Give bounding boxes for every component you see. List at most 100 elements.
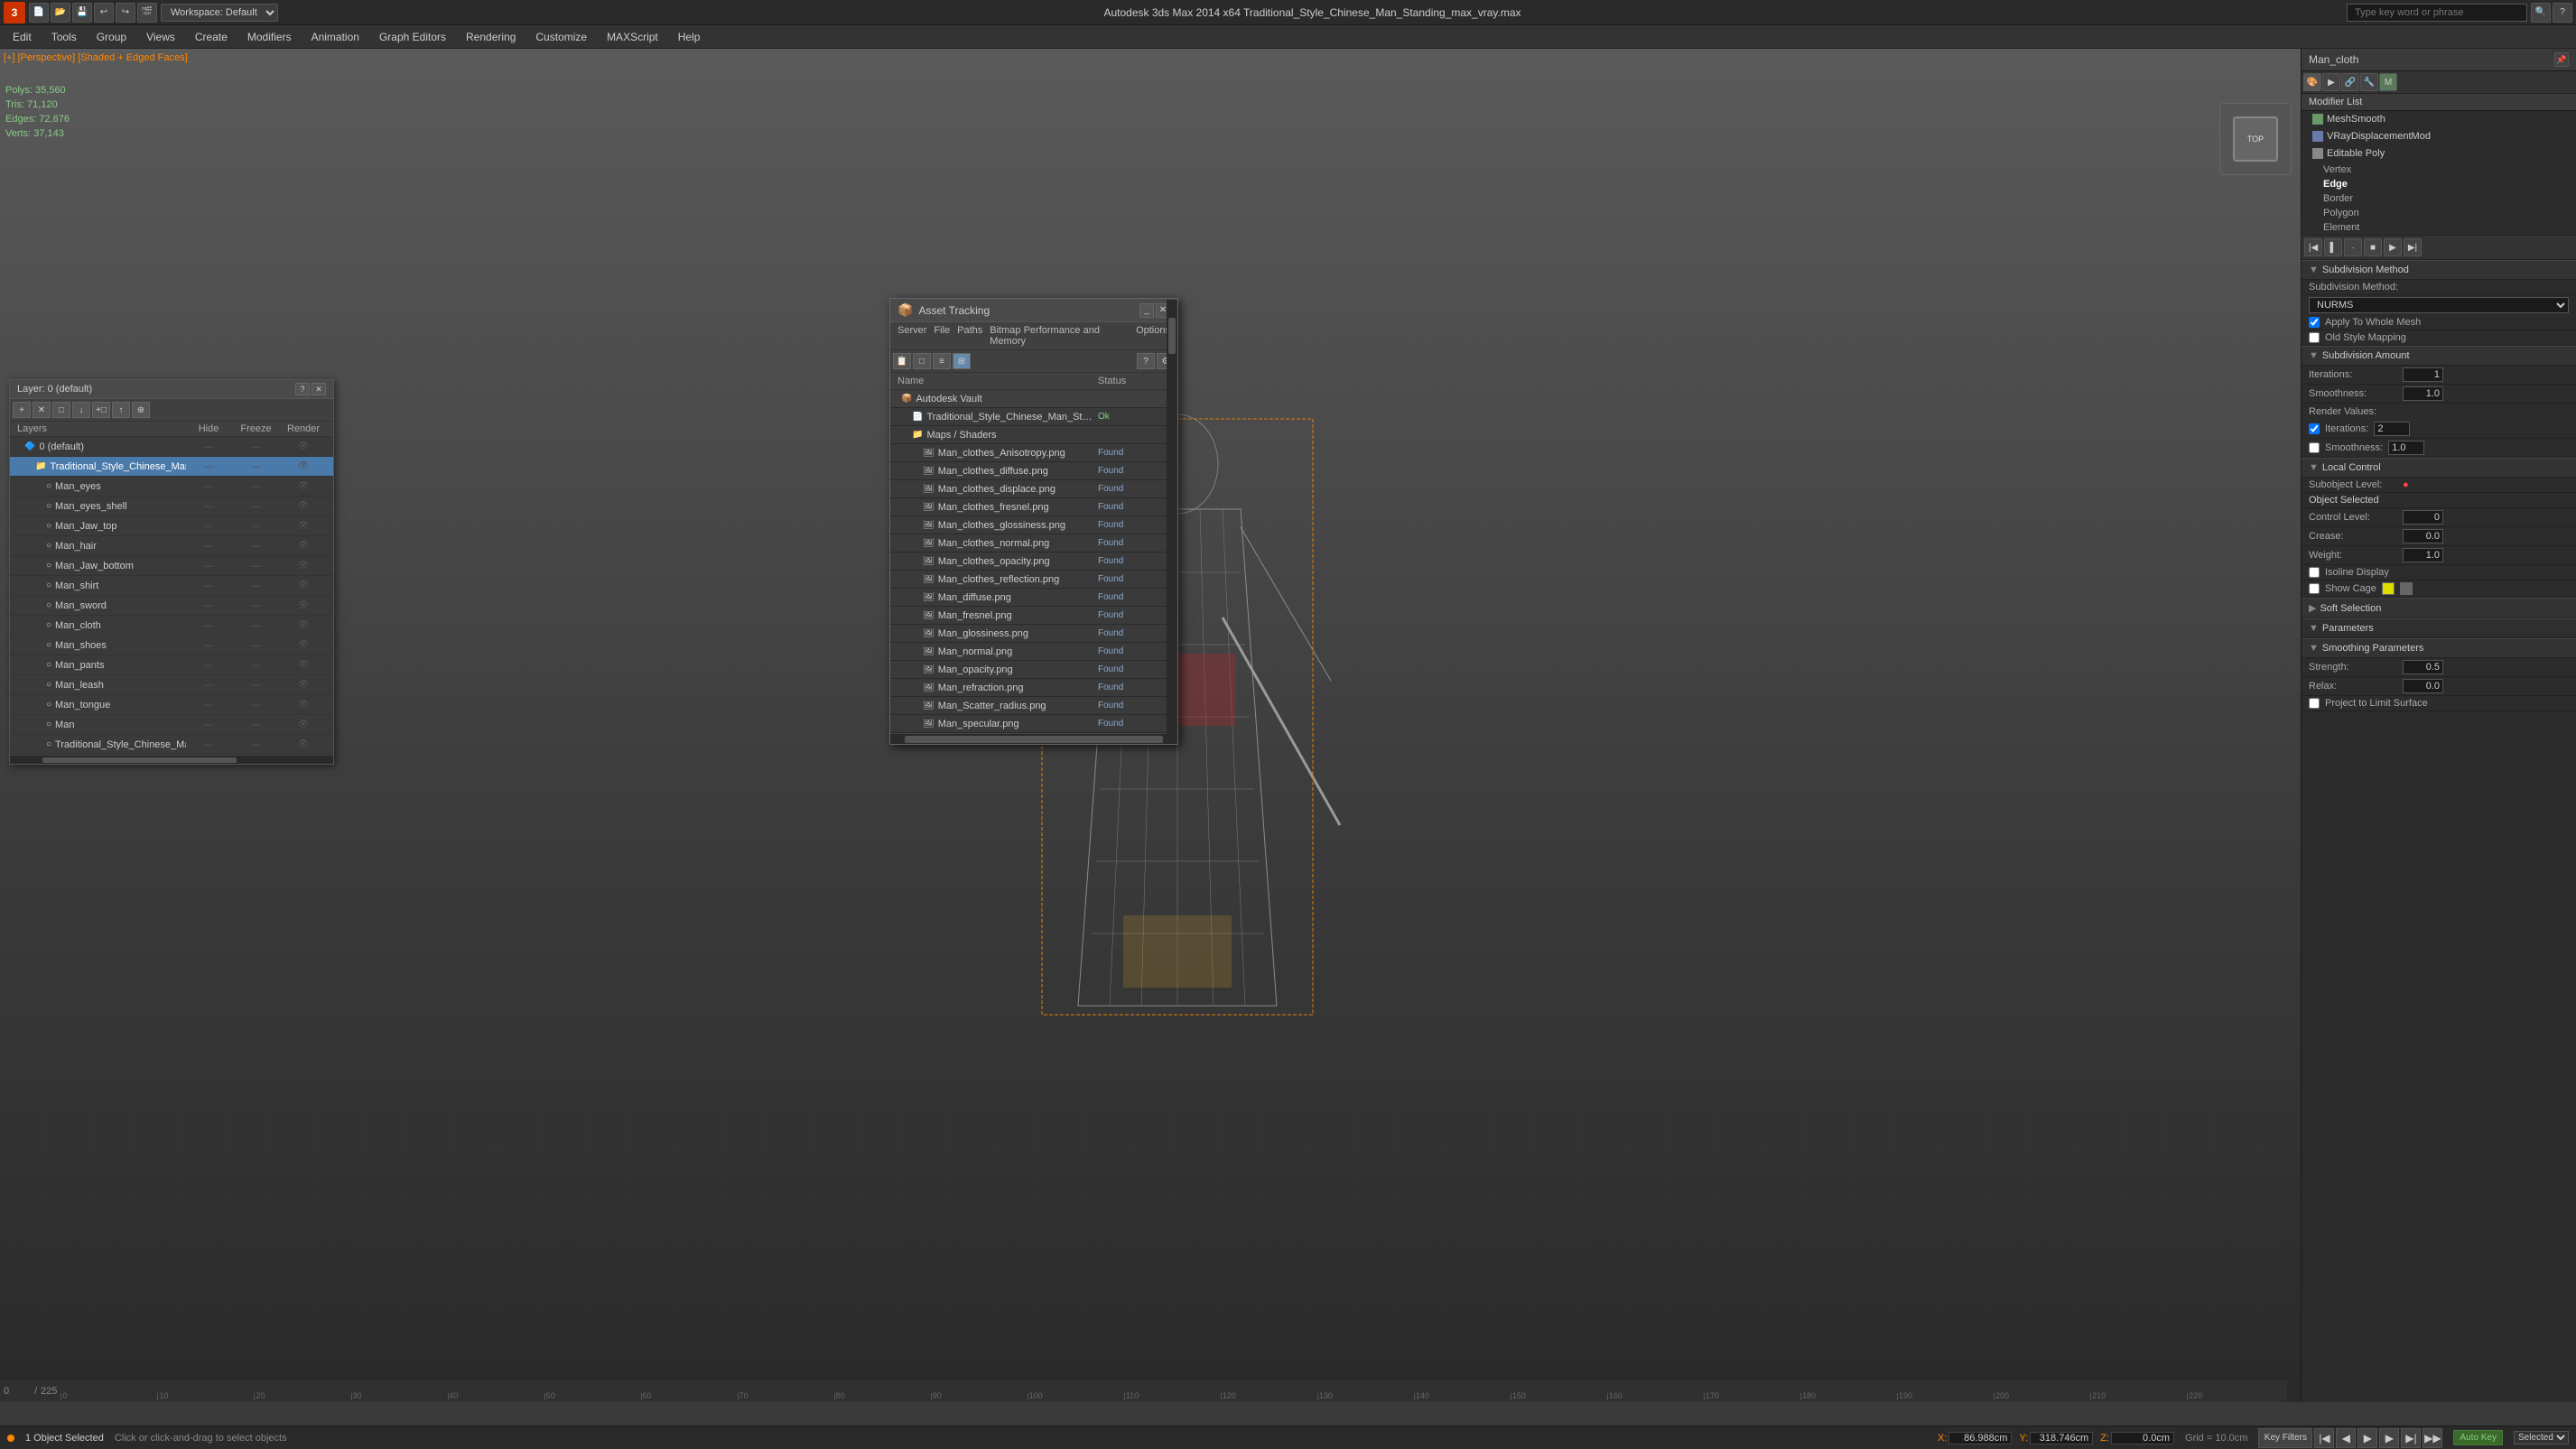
menu-rendering[interactable]: Rendering	[457, 28, 525, 46]
layer-item[interactable]: ○ Man_sword — — 👁	[10, 596, 333, 616]
menu-help[interactable]: Help	[669, 28, 710, 46]
menu-customize[interactable]: Customize	[526, 28, 596, 46]
timeline-tick[interactable]: 100	[1028, 1393, 1124, 1400]
workspace-dropdown[interactable]: Workspace: Default	[161, 4, 278, 22]
asset-menu-paths[interactable]: Paths	[957, 325, 982, 347]
sub-vertex[interactable]: Vertex	[2302, 163, 2576, 177]
button-3[interactable]: ·	[2344, 238, 2362, 256]
layer-panel-close[interactable]: ✕	[312, 383, 326, 395]
render-iterations-input[interactable]	[2374, 422, 2410, 436]
asset-row[interactable]: 🖼 Man_diffuse.png Found	[890, 589, 1177, 607]
layer-select-icon[interactable]: ↓	[72, 402, 90, 418]
timeline-tick[interactable]: 90	[931, 1393, 1028, 1400]
timeline-tick[interactable]: 120	[1221, 1393, 1317, 1400]
selection-mode-dropdown[interactable]: Selected	[2514, 1431, 2569, 1444]
layer-new-icon[interactable]: □	[52, 402, 70, 418]
timeline-tick[interactable]: 30	[351, 1393, 448, 1400]
help-icon[interactable]: ?	[2553, 3, 2572, 23]
strength-input[interactable]	[2403, 660, 2443, 674]
layer-item[interactable]: ○ Man_Jaw_bottom — — 👁	[10, 556, 333, 576]
asset-row[interactable]: 🖼 Man_specular.png Found	[890, 715, 1177, 733]
asset-row[interactable]: 🖼 Man_clothes_normal.png Found	[890, 534, 1177, 553]
search-icon[interactable]: 🔍	[2531, 3, 2551, 23]
sub-polygon[interactable]: Polygon	[2302, 206, 2576, 220]
layer-add-icon[interactable]: +	[13, 402, 31, 418]
project-checkbox[interactable]	[2309, 698, 2320, 709]
button-1[interactable]: |◀	[2304, 238, 2322, 256]
asset-minimize[interactable]: _	[1139, 303, 1154, 318]
menu-tools[interactable]: Tools	[42, 28, 86, 46]
asset-row[interactable]: 🖼 Man_clothes_diffuse.png Found	[890, 462, 1177, 480]
relax-spinner[interactable]	[2403, 679, 2443, 693]
asset-row[interactable]: 🖼 Man_clothes_fresnel.png Found	[890, 498, 1177, 516]
pin-icon[interactable]: 📌	[2554, 52, 2569, 67]
menu-edit[interactable]: Edit	[4, 28, 41, 46]
asset-row[interactable]: 🖼 Man_Scatter_radius.png Found	[890, 697, 1177, 715]
motion-icon[interactable]: ▶	[2322, 73, 2340, 91]
layer-item[interactable]: ○ Man_hair — — 👁	[10, 536, 333, 556]
weight-input[interactable]	[2403, 548, 2443, 562]
new-button[interactable]: 📄	[29, 3, 49, 23]
button-5[interactable]: ▶	[2384, 238, 2402, 256]
asset-row[interactable]: 🖼 Man_clothes_reflection.png Found	[890, 571, 1177, 589]
render-smoothness-checkbox[interactable]	[2309, 442, 2320, 453]
navigation-cube[interactable]: TOP	[2219, 103, 2292, 175]
asset-row[interactable]: 🖼 Man_clothes_displace.png Found	[890, 480, 1177, 498]
iterations-spinner[interactable]	[2403, 367, 2443, 382]
asset-row[interactable]: 🖼 Man_glossiness.png Found	[890, 625, 1177, 643]
modifier-editable-poly[interactable]: Editable Poly	[2302, 145, 2576, 163]
timeline-tick[interactable]: 50	[544, 1393, 641, 1400]
isoline-checkbox[interactable]	[2309, 567, 2320, 578]
timeline-tick[interactable]: 0	[60, 1393, 157, 1400]
modifier-vray[interactable]: VRayDisplacementMod	[2302, 128, 2576, 145]
asset-row[interactable]: 🖼 Man_normal.png Found	[890, 643, 1177, 661]
show-cage-checkbox[interactable]	[2309, 583, 2320, 594]
menu-animation[interactable]: Animation	[302, 28, 368, 46]
layer-item[interactable]: 🔷 0 (default) — — 👁	[10, 437, 333, 457]
timeline-tick[interactable]: 190	[1897, 1393, 1994, 1400]
crease-input[interactable]	[2403, 529, 2443, 543]
timeline-tick[interactable]: 20	[254, 1393, 350, 1400]
timeline-tick[interactable]: 140	[1414, 1393, 1511, 1400]
sub-edge[interactable]: Edge	[2302, 177, 2576, 191]
asset-row[interactable]: 🖼 Man_clothes_glossiness.png Found	[890, 516, 1177, 534]
at-help-icon[interactable]: ?	[1137, 353, 1155, 369]
layer-item[interactable]: ○ Traditional_Style_Chinese_Man_Standing…	[10, 735, 333, 755]
timeline-tick[interactable]: 70	[738, 1393, 834, 1400]
key-filters-btn[interactable]: Key Filters	[2258, 1428, 2312, 1448]
timeline-tick[interactable]: 220	[2187, 1393, 2283, 1400]
asset-row[interactable]: 🖼 Man_fresnel.png Found	[890, 607, 1177, 625]
button-4[interactable]: ■	[2364, 238, 2382, 256]
render-button[interactable]: 🎬	[137, 3, 157, 23]
timeline-tick[interactable]: 130	[1317, 1393, 1414, 1400]
timeline-ticks[interactable]: 0102030405060708090100110120130140150160…	[60, 1379, 2283, 1402]
layer-panel-help[interactable]: ?	[295, 383, 310, 395]
asset-row[interactable]: 🖼 Man_opacity.png Found	[890, 661, 1177, 679]
asset-menu-file[interactable]: File	[934, 325, 950, 347]
menu-create[interactable]: Create	[186, 28, 237, 46]
timeline-tick[interactable]: 60	[641, 1393, 738, 1400]
timeline-tick[interactable]: 160	[1607, 1393, 1704, 1400]
asset-row[interactable]: 📁 Maps / Shaders	[890, 426, 1177, 444]
prev-frame-btn[interactable]: |◀	[2314, 1428, 2334, 1448]
control-level-spinner[interactable]	[2403, 510, 2443, 525]
hierarchy-icon[interactable]: 🔗	[2341, 73, 2359, 91]
iterations-input[interactable]	[2403, 367, 2443, 382]
sub-border[interactable]: Border	[2302, 191, 2576, 206]
redo-button[interactable]: ↪	[116, 3, 135, 23]
menu-maxscript[interactable]: MAXScript	[598, 28, 667, 46]
menu-group[interactable]: Group	[88, 28, 135, 46]
button-2[interactable]: ▌	[2324, 238, 2342, 256]
display-icon[interactable]: 🎨	[2303, 73, 2321, 91]
prev-key-btn[interactable]: ◀	[2336, 1428, 2356, 1448]
modifier-meshsmooth[interactable]: MeshSmooth	[2302, 111, 2576, 128]
strength-spinner[interactable]	[2403, 660, 2443, 674]
layer-item[interactable]: ○ Man_shoes — — 👁	[10, 636, 333, 655]
at-icon-1[interactable]: 📋	[893, 353, 911, 369]
search-input[interactable]	[2347, 4, 2527, 22]
timeline-tick[interactable]: 210	[2090, 1393, 2187, 1400]
autokey-button[interactable]: Auto Key	[2453, 1430, 2503, 1445]
weight-spinner[interactable]	[2403, 548, 2443, 562]
control-level-input[interactable]	[2403, 510, 2443, 525]
play-btn[interactable]: ▶	[2357, 1428, 2377, 1448]
